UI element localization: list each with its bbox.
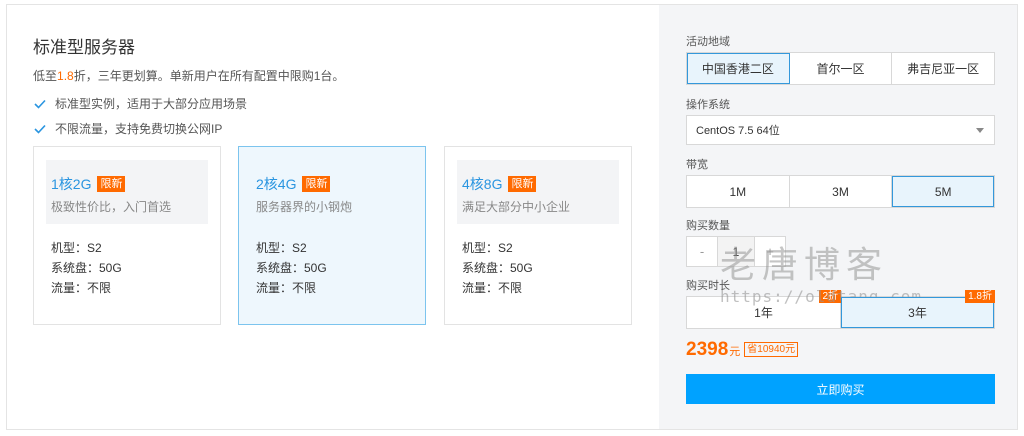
card-traffic: 流量：不限 [462,281,523,295]
card-model: 机型：S2 [462,241,513,255]
feature-item: 标准型实例，适用于大部分应用场景 [33,95,247,112]
config-card-4c8g[interactable]: 4核8G 限新 满足大部分中小企业 机型：S2 系统盘：50G 流量：不限 [444,146,632,325]
card-disk: 系统盘：50G [256,261,327,275]
bandwidth-option-3m[interactable]: 3M [790,176,893,207]
bandwidth-label: 带宽 [686,159,708,171]
card-desc: 满足大部分中小企业 [462,200,571,214]
page-title: 标准型服务器 [33,38,135,57]
os-select-value: CentOS 7.5 64位 [696,125,780,137]
bandwidth-selector: 1M 3M 5M [686,175,995,208]
duration-option-3year[interactable]: 3年 1.8折 [841,290,995,328]
feature-item: 不限流量，支持免费切换公网IP [33,120,222,137]
savings-badge: 省10940元 [744,342,799,357]
bandwidth-option-5m[interactable]: 5M [892,176,995,207]
caret-down-icon [976,128,984,133]
new-user-badge: 限新 [97,176,126,192]
region-label: 活动地域 [686,36,730,48]
order-panel: 活动地域 中国香港二区 首尔一区 弗吉尼亚一区 操作系统 CentOS 7.5 … [659,5,1017,429]
discount-highlight: 1.8 [57,69,74,83]
config-card-2c4g[interactable]: 2核4G 限新 服务器界的小钢炮 机型：S2 系统盘：50G 流量：不限 [238,146,426,325]
os-select[interactable]: CentOS 7.5 64位 [686,115,995,145]
card-model: 机型：S2 [51,241,102,255]
region-option-seoul[interactable]: 首尔一区 [790,53,893,84]
card-spec: 1核2G [51,176,92,192]
card-disk: 系统盘：50G [462,261,533,275]
card-desc: 极致性价比，入门首选 [51,200,172,214]
card-traffic: 流量：不限 [256,281,317,295]
card-desc: 服务器界的小钢炮 [256,200,353,214]
card-spec: 2核4G [256,176,297,192]
new-user-badge: 限新 [508,176,537,192]
price-display: 2398 元 省10940元 [686,339,799,361]
watermark-text: 老唐博客 [720,245,889,286]
card-spec: 4核8G [462,176,503,192]
discount-tag: 1.8折 [965,290,995,303]
card-disk: 系统盘：50G [51,261,122,275]
region-option-virginia[interactable]: 弗吉尼亚一区 [892,53,994,84]
purchase-panel: 标准型服务器 低至1.8折，三年更划算。单新用户在所有配置中限购1台。 标准型实… [6,4,1018,430]
check-icon [34,99,46,109]
buy-now-button[interactable]: 立即购买 [686,374,995,404]
product-info: 标准型服务器 低至1.8折，三年更划算。单新用户在所有配置中限购1台。 标准型实… [7,5,659,429]
region-option-hongkong[interactable]: 中国香港二区 [687,53,790,84]
promo-text: 低至1.8折，三年更划算。单新用户在所有配置中限购1台。 [33,69,345,83]
card-traffic: 流量：不限 [51,281,112,295]
price-unit: 元 [729,346,741,358]
os-label: 操作系统 [686,99,730,111]
config-card-1c2g[interactable]: 1核2G 限新 极致性价比，入门首选 机型：S2 系统盘：50G 流量：不限 [33,146,221,325]
price-value: 2398 [686,339,729,360]
region-selector: 中国香港二区 首尔一区 弗吉尼亚一区 [686,52,995,85]
card-model: 机型：S2 [256,241,307,255]
new-user-badge: 限新 [302,176,331,192]
decrement-button[interactable]: - [687,237,717,266]
check-icon [34,124,46,134]
bandwidth-option-1m[interactable]: 1M [687,176,790,207]
quantity-label: 购买数量 [686,220,730,232]
